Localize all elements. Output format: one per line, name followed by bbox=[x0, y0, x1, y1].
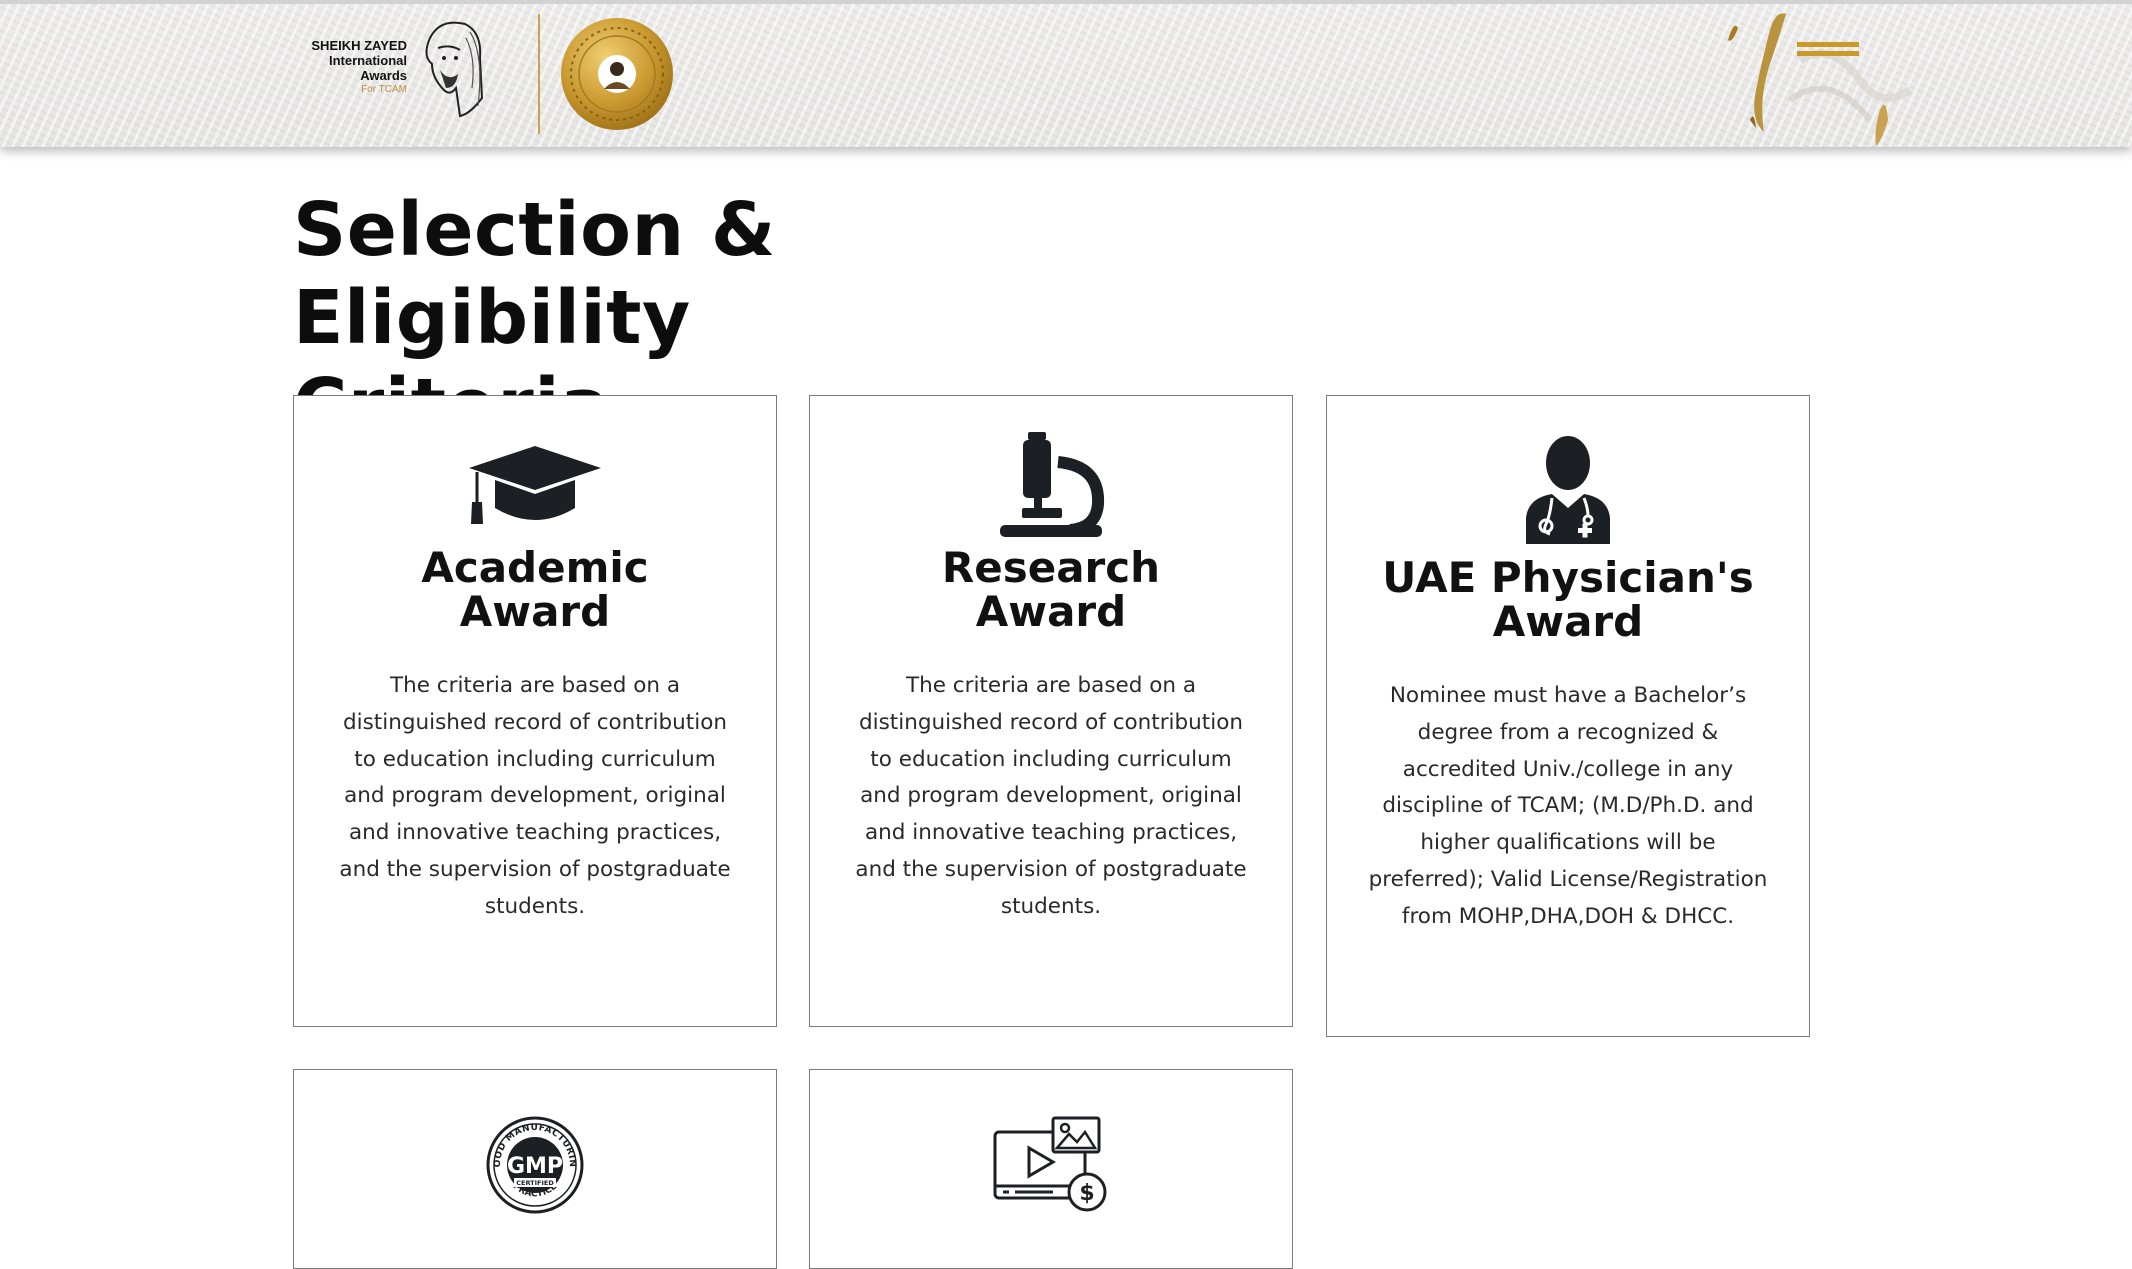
card-title-line-1: UAE Physician's bbox=[1382, 553, 1754, 602]
card-description: Nominee must have a Bachelor’s degree fr… bbox=[1368, 683, 1768, 929]
logo-line-3: Awards bbox=[360, 68, 407, 83]
menu-line-2 bbox=[1797, 51, 1859, 56]
svg-text:$: $ bbox=[1079, 1181, 1094, 1206]
award-card-academic: Academic Award The criteria are based on… bbox=[293, 395, 777, 1027]
award-card-media: $ bbox=[809, 1069, 1293, 1269]
media-payment-icon: $ bbox=[810, 1116, 1292, 1214]
award-card-research: Research Award The criteria are based on… bbox=[809, 395, 1293, 1027]
card-title-line-2: Award bbox=[459, 587, 611, 636]
gold-seal-icon[interactable] bbox=[560, 17, 674, 131]
award-card-uae-physician: UAE Physician's Award Nominee must have … bbox=[1326, 395, 1810, 1037]
card-title-line-2: Award bbox=[975, 587, 1127, 636]
gold-brushstroke-decoration bbox=[1728, 13, 1913, 146]
card-title: UAE Physician's Award bbox=[1347, 556, 1789, 644]
menu-line-1 bbox=[1797, 42, 1859, 47]
page-title-line-1: Selection & Eligibility bbox=[293, 187, 776, 361]
site-logo[interactable]: SHEIKH ZAYED International Awards For TC… bbox=[305, 18, 485, 118]
physician-icon bbox=[1327, 436, 1809, 544]
card-description: The criteria are based on a distinguishe… bbox=[339, 673, 731, 919]
hamburger-menu-icon[interactable] bbox=[1797, 42, 1859, 60]
badge-ribbon-text: CERTIFIED bbox=[516, 1179, 554, 1187]
site-header: SHEIKH ZAYED International Awards For TC… bbox=[0, 0, 2132, 147]
card-title-line-1: Academic bbox=[421, 543, 649, 592]
graduation-cap-icon bbox=[294, 446, 776, 526]
microscope-icon bbox=[810, 432, 1292, 538]
badge-center-text: GMP bbox=[507, 1154, 563, 1179]
logo-line-1: SHEIKH ZAYED bbox=[311, 38, 407, 53]
logo-text: SHEIKH ZAYED International Awards bbox=[305, 38, 407, 83]
card-title: Academic Award bbox=[314, 546, 756, 634]
award-card-gmp: GOOD MANUFACTURING PRACTICE GMP CERTIFIE… bbox=[293, 1069, 777, 1269]
card-title-line-2: Award bbox=[1492, 597, 1644, 646]
card-title-line-1: Research bbox=[941, 543, 1161, 592]
logo-divider bbox=[538, 14, 540, 134]
logo-subtext: For TCAM bbox=[361, 84, 407, 95]
gmp-certified-badge-icon: GOOD MANUFACTURING PRACTICE GMP CERTIFIE… bbox=[294, 1116, 776, 1214]
logo-line-2: International bbox=[328, 53, 407, 68]
portrait-sketch-icon bbox=[425, 21, 484, 118]
card-title: Research Award bbox=[830, 546, 1272, 634]
card-description: The criteria are based on a distinguishe… bbox=[855, 673, 1247, 919]
